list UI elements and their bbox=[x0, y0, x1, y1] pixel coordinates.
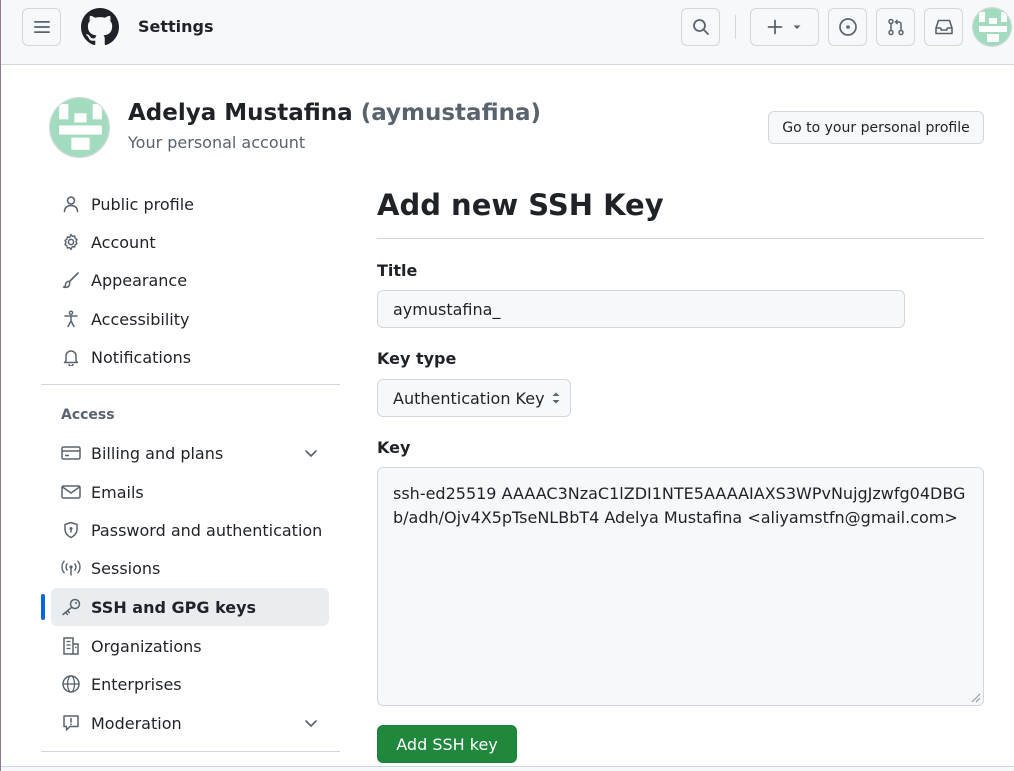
page-bottom-edge bbox=[1, 766, 1014, 771]
select-caret-icon bbox=[552, 392, 560, 404]
sidebar-item-account[interactable]: Account bbox=[51, 223, 329, 261]
sidebar-item-label: Sessions bbox=[91, 558, 161, 578]
issues-button[interactable] bbox=[828, 8, 867, 46]
key-textarea-value: ssh-ed25519 AAAAC3NzaC1lZDI1NTE5AAAAIAXS… bbox=[393, 484, 966, 527]
sidebar-item-password[interactable]: Password and authentication bbox=[51, 511, 329, 549]
sidebar-item-label: Appearance bbox=[91, 270, 188, 290]
plus-icon bbox=[767, 19, 783, 35]
sidebar-item-organizations[interactable]: Organizations bbox=[51, 627, 329, 665]
git-pull-request-icon bbox=[887, 18, 904, 36]
person-icon bbox=[51, 195, 91, 213]
sidebar-item-appearance[interactable]: Appearance bbox=[51, 261, 329, 299]
accessibility-icon bbox=[51, 310, 91, 328]
pull-requests-button[interactable] bbox=[876, 8, 915, 46]
caret-down-icon bbox=[793, 25, 801, 29]
gear-icon bbox=[51, 233, 91, 251]
hamburger-icon bbox=[33, 21, 50, 33]
issue-opened-icon bbox=[838, 18, 857, 36]
key-type-label: Key type bbox=[377, 349, 457, 368]
global-menu-button[interactable] bbox=[22, 8, 61, 46]
search-button[interactable] bbox=[681, 8, 720, 46]
github-logo-icon[interactable] bbox=[81, 8, 119, 46]
account-login: (aymustafina) bbox=[360, 100, 542, 126]
identicon-icon bbox=[973, 8, 1011, 46]
chevron-down-icon[interactable] bbox=[303, 715, 319, 731]
title-label: Title bbox=[377, 261, 418, 280]
page-title: Add new SSH Key bbox=[377, 188, 664, 222]
sidebar-item-label: Emails bbox=[91, 482, 144, 502]
organization-icon bbox=[51, 636, 91, 656]
sidebar-item-label: Accessibility bbox=[91, 309, 190, 329]
broadcast-icon bbox=[51, 559, 91, 577]
header-divider bbox=[735, 15, 736, 39]
create-new-button[interactable] bbox=[750, 8, 819, 46]
chevron-down-icon[interactable] bbox=[303, 445, 319, 461]
sidebar-divider bbox=[41, 751, 340, 752]
identicon-icon bbox=[50, 98, 109, 157]
context-title[interactable]: Settings bbox=[138, 17, 214, 36]
title-divider bbox=[377, 238, 984, 239]
sidebar-item-moderation[interactable]: Moderation bbox=[51, 704, 329, 742]
key-label: Key bbox=[377, 438, 411, 457]
credit-card-icon bbox=[51, 445, 91, 461]
sidebar-item-accessibility[interactable]: Accessibility bbox=[51, 300, 329, 338]
sidebar-item-enterprises[interactable]: Enterprises bbox=[51, 665, 329, 703]
bell-icon bbox=[51, 348, 91, 366]
shield-lock-icon bbox=[51, 521, 91, 539]
mail-icon bbox=[51, 484, 91, 500]
report-icon bbox=[51, 714, 91, 732]
app-header: Settings bbox=[1, 0, 1014, 65]
go-to-profile-button[interactable]: Go to your personal profile bbox=[768, 111, 984, 144]
sidebar-item-notifications[interactable]: Notifications bbox=[51, 338, 329, 376]
key-textarea[interactable]: ssh-ed25519 AAAAC3NzaC1lZDI1NTE5AAAAIAXS… bbox=[377, 467, 984, 706]
active-indicator bbox=[41, 594, 45, 620]
sidebar-section-heading: Access bbox=[61, 407, 115, 423]
add-ssh-key-button[interactable]: Add SSH key bbox=[377, 725, 517, 763]
account-name[interactable]: Adelya Mustafina (aymustafina) bbox=[128, 100, 541, 126]
sidebar-divider bbox=[41, 384, 340, 385]
sidebar-item-public-profile[interactable]: Public profile bbox=[51, 185, 329, 223]
inbox-button[interactable] bbox=[924, 8, 963, 46]
sidebar-item-label: SSH and GPG keys bbox=[91, 597, 257, 617]
globe-icon bbox=[51, 674, 91, 694]
account-avatar bbox=[49, 97, 110, 158]
sidebar-item-label: Account bbox=[91, 232, 156, 252]
inbox-icon bbox=[934, 19, 953, 35]
user-avatar[interactable] bbox=[972, 7, 1012, 47]
title-input-value: aymustafina_ bbox=[393, 299, 501, 319]
account-display-name: Adelya Mustafina bbox=[128, 100, 353, 126]
search-icon bbox=[692, 19, 709, 35]
key-type-select[interactable]: Authentication Key bbox=[377, 379, 571, 417]
account-subtitle: Your personal account bbox=[128, 133, 306, 152]
sidebar-item-label: Moderation bbox=[91, 713, 182, 733]
key-icon bbox=[51, 598, 91, 616]
sidebar-item-ssh-gpg-keys[interactable]: SSH and GPG keys bbox=[51, 588, 329, 626]
sidebar-item-sessions[interactable]: Sessions bbox=[51, 549, 329, 587]
sidebar-item-emails[interactable]: Emails bbox=[51, 473, 329, 511]
resize-grip-icon[interactable] bbox=[971, 693, 981, 703]
sidebar-item-label: Public profile bbox=[91, 194, 194, 214]
key-type-value: Authentication Key bbox=[393, 388, 545, 408]
sidebar-item-label: Billing and plans bbox=[91, 443, 224, 463]
sidebar-item-label: Notifications bbox=[91, 347, 192, 367]
title-input[interactable]: aymustafina_ bbox=[377, 290, 905, 328]
sidebar-item-label: Organizations bbox=[91, 636, 202, 656]
paintbrush-icon bbox=[51, 271, 91, 289]
sidebar-item-label: Enterprises bbox=[91, 674, 182, 694]
sidebar-item-billing[interactable]: Billing and plans bbox=[51, 434, 329, 472]
sidebar-item-label: Password and authentication bbox=[91, 520, 323, 540]
